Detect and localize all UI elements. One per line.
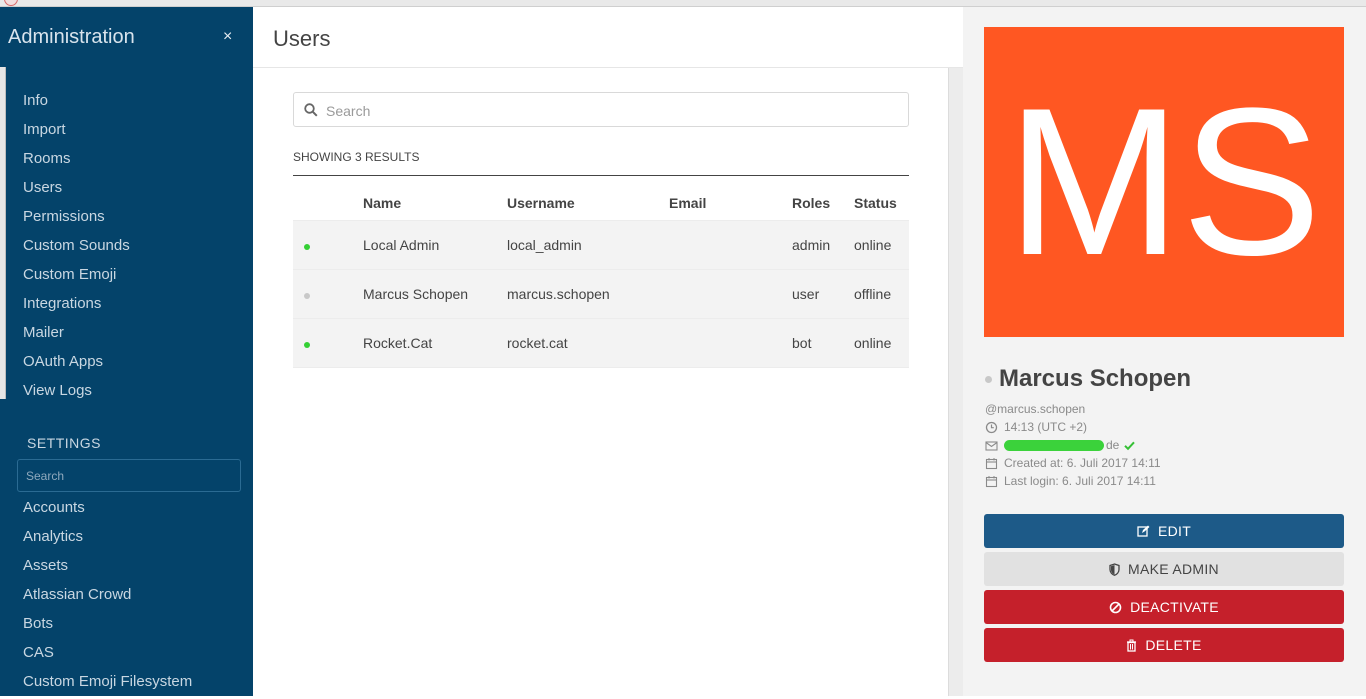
- settings-item-accounts[interactable]: Accounts: [23, 496, 192, 525]
- status-text-cell: online: [854, 318, 909, 368]
- sidebar-item-info[interactable]: Info: [23, 89, 130, 118]
- status-dot-icon: [304, 293, 310, 299]
- email-cell: [669, 269, 792, 319]
- redacted-email-mark: [1004, 439, 1104, 451]
- results-count: SHOWING 3 RESULTS: [293, 150, 420, 164]
- profile-created: Created at: 6. Juli 2017 14:11: [985, 456, 1161, 470]
- settings-heading: SETTINGS: [27, 435, 102, 451]
- admin-nav: Info Import Rooms Users Permissions Cust…: [23, 89, 130, 408]
- status-dot-icon: [304, 244, 310, 250]
- status-cell: [293, 318, 363, 368]
- settings-item-bots[interactable]: Bots: [23, 612, 192, 641]
- sidebar-item-users[interactable]: Users: [23, 176, 130, 205]
- sidebar-item-permissions[interactable]: Permissions: [23, 205, 130, 234]
- status-dot-icon: [304, 342, 310, 348]
- verified-check-icon: [1124, 441, 1136, 450]
- main-scrollbar[interactable]: [948, 68, 964, 696]
- user-search-input[interactable]: [324, 93, 898, 128]
- profile-email: de: [985, 438, 1136, 452]
- username-cell: rocket.cat: [507, 318, 669, 368]
- username-cell: local_admin: [507, 220, 669, 270]
- admin-sidebar: Administration × Info Import Rooms Users…: [0, 7, 253, 696]
- column-header-status-dot: [293, 186, 363, 221]
- column-header-username[interactable]: Username: [507, 186, 669, 221]
- sidebar-item-integrations[interactable]: Integrations: [23, 292, 130, 321]
- main-header: Users: [253, 7, 963, 68]
- envelope-icon: [985, 440, 998, 451]
- name-cell: Local Admin: [363, 220, 507, 270]
- settings-search-input[interactable]: [17, 459, 241, 492]
- close-icon[interactable]: ×: [223, 28, 232, 46]
- status-text-cell: offline: [854, 269, 909, 319]
- sidebar-item-rooms[interactable]: Rooms: [23, 147, 130, 176]
- sidebar-item-import[interactable]: Import: [23, 118, 130, 147]
- settings-item-cas[interactable]: CAS: [23, 641, 192, 670]
- trash-icon: [1126, 639, 1137, 652]
- profile-username: @marcus.schopen: [985, 402, 1086, 416]
- settings-list: Accounts Analytics Assets Atlassian Crow…: [23, 496, 192, 699]
- table-row[interactable]: Rocket.Cat rocket.cat bot online: [293, 318, 909, 368]
- calendar-icon: [985, 475, 998, 487]
- edit-icon: [1137, 525, 1150, 538]
- users-table: Name Username Email Roles Status Local A…: [293, 186, 909, 368]
- edit-label: EDIT: [1157, 523, 1192, 539]
- sidebar-title: Administration: [8, 26, 135, 48]
- ban-icon: [1109, 601, 1122, 614]
- make-admin-label: MAKE ADMIN: [1128, 561, 1219, 577]
- shield-icon: [1109, 562, 1120, 576]
- window-control-icon[interactable]: [4, 0, 18, 6]
- clock-icon: [985, 421, 998, 433]
- name-cell: Marcus Schopen: [363, 269, 507, 319]
- profile-name: Marcus Schopen: [999, 365, 1192, 392]
- column-header-name[interactable]: Name: [363, 186, 507, 221]
- settings-item-assets[interactable]: Assets: [23, 554, 192, 583]
- profile-time-text: 14:13 (UTC +2): [1004, 420, 1088, 434]
- status-dot-icon: [985, 376, 992, 383]
- sidebar-item-custom-emoji[interactable]: Custom Emoji: [23, 263, 130, 292]
- table-header-row: Name Username Email Roles Status: [293, 186, 909, 221]
- calendar-icon: [985, 457, 998, 469]
- status-text-cell: online: [854, 220, 909, 270]
- created-text: Created at: 6. Juli 2017 14:11: [1004, 456, 1161, 470]
- name-cell: Rocket.Cat: [363, 318, 507, 368]
- avatar: MS: [984, 27, 1344, 337]
- email-cell: [669, 318, 792, 368]
- page-title: Users: [273, 26, 331, 51]
- table-row[interactable]: Marcus Schopen marcus.schopen user offli…: [293, 269, 909, 319]
- email-suffix: de: [1106, 438, 1120, 452]
- delete-button[interactable]: DELETE: [984, 628, 1344, 662]
- profile-last-login: Last login: 6. Juli 2017 14:11: [985, 474, 1156, 488]
- column-header-roles[interactable]: Roles: [792, 186, 854, 221]
- divider: [293, 175, 909, 176]
- column-header-email[interactable]: Email: [669, 186, 792, 221]
- status-cell: [293, 269, 363, 319]
- make-admin-button[interactable]: MAKE ADMIN: [984, 552, 1344, 586]
- roles-cell: bot: [792, 318, 854, 368]
- search-icon: [304, 103, 318, 117]
- edit-button[interactable]: EDIT: [984, 514, 1344, 548]
- settings-item-custom-emoji-filesystem[interactable]: Custom Emoji Filesystem: [23, 670, 192, 699]
- deactivate-label: DEACTIVATE: [1130, 599, 1219, 615]
- profile-time: 14:13 (UTC +2): [985, 420, 1087, 434]
- settings-item-atlassian-crowd[interactable]: Atlassian Crowd: [23, 583, 192, 612]
- last-login-text: Last login: 6. Juli 2017 14:11: [1004, 474, 1156, 488]
- sidebar-scrollbar[interactable]: [0, 67, 6, 399]
- username-cell: marcus.schopen: [507, 269, 669, 319]
- roles-cell: user: [792, 269, 854, 319]
- browser-top-strip: [0, 0, 1366, 7]
- settings-item-analytics[interactable]: Analytics: [23, 525, 192, 554]
- deactivate-button[interactable]: DEACTIVATE: [984, 590, 1344, 624]
- sidebar-item-mailer[interactable]: Mailer: [23, 321, 130, 350]
- sidebar-item-view-logs[interactable]: View Logs: [23, 379, 130, 408]
- avatar-initials: MS: [1006, 64, 1322, 299]
- user-search: [293, 92, 909, 128]
- sidebar-item-custom-sounds[interactable]: Custom Sounds: [23, 234, 130, 263]
- table-row[interactable]: Local Admin local_admin admin online: [293, 220, 909, 270]
- email-cell: [669, 220, 792, 270]
- column-header-status[interactable]: Status: [854, 186, 909, 221]
- sidebar-item-oauth-apps[interactable]: OAuth Apps: [23, 350, 130, 379]
- status-cell: [293, 220, 363, 270]
- delete-label: DELETE: [1145, 637, 1202, 653]
- roles-cell: admin: [792, 220, 854, 270]
